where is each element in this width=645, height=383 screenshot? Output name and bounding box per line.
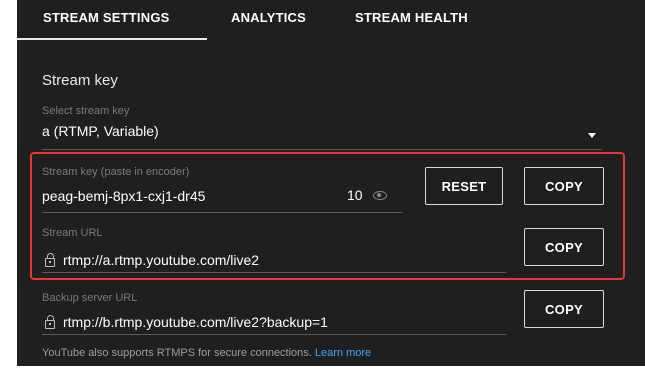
stream-url-value[interactable]: rtmp://a.rtmp.youtube.com/live2	[63, 252, 259, 268]
tab-bar: STREAM SETTINGS ANALYTICS STREAM HEALTH	[17, 0, 645, 40]
stream-key-underline	[42, 212, 402, 213]
lock-icon	[45, 253, 55, 267]
backup-url-underline	[42, 334, 506, 335]
select-underline	[42, 149, 602, 150]
backup-url-value[interactable]: rtmp://b.rtmp.youtube.com/live2?backup=1	[63, 314, 328, 330]
copy-stream-key-button[interactable]: COPY	[524, 167, 604, 205]
stream-url-underline	[42, 272, 506, 273]
reset-button[interactable]: RESET	[425, 167, 503, 205]
tab-stream-health[interactable]: STREAM HEALTH	[355, 10, 468, 25]
tab-analytics[interactable]: ANALYTICS	[231, 10, 306, 25]
stream-key-select[interactable]: a (RTMP, Variable)	[42, 123, 159, 139]
stream-key-label: Stream key (paste in encoder)	[42, 166, 190, 178]
tab-stream-settings[interactable]: STREAM SETTINGS	[43, 10, 170, 25]
stream-key-title: Stream key	[42, 72, 118, 89]
eye-icon[interactable]	[373, 191, 387, 200]
backup-url-label: Backup server URL	[42, 292, 138, 304]
select-stream-key-label: Select stream key	[42, 105, 130, 117]
dropdown-arrow-icon[interactable]	[588, 133, 596, 138]
copy-stream-url-button[interactable]: COPY	[524, 228, 604, 266]
stream-key-counter: 10	[347, 187, 363, 203]
footer-note: YouTube also supports RTMPS for secure c…	[42, 347, 371, 359]
learn-more-link[interactable]: Learn more	[315, 347, 371, 359]
stream-key-value[interactable]: peag-bemj-8px1-cxj1-dr45	[42, 188, 205, 204]
stream-url-label: Stream URL	[42, 227, 103, 239]
lock-icon	[45, 315, 55, 329]
active-tab-indicator	[17, 38, 207, 40]
footer-text: YouTube also supports RTMPS for secure c…	[42, 347, 312, 359]
stream-settings-panel: STREAM SETTINGS ANALYTICS STREAM HEALTH …	[0, 0, 645, 383]
copy-backup-url-button[interactable]: COPY	[524, 290, 604, 328]
settings-card: STREAM SETTINGS ANALYTICS STREAM HEALTH …	[17, 0, 645, 366]
